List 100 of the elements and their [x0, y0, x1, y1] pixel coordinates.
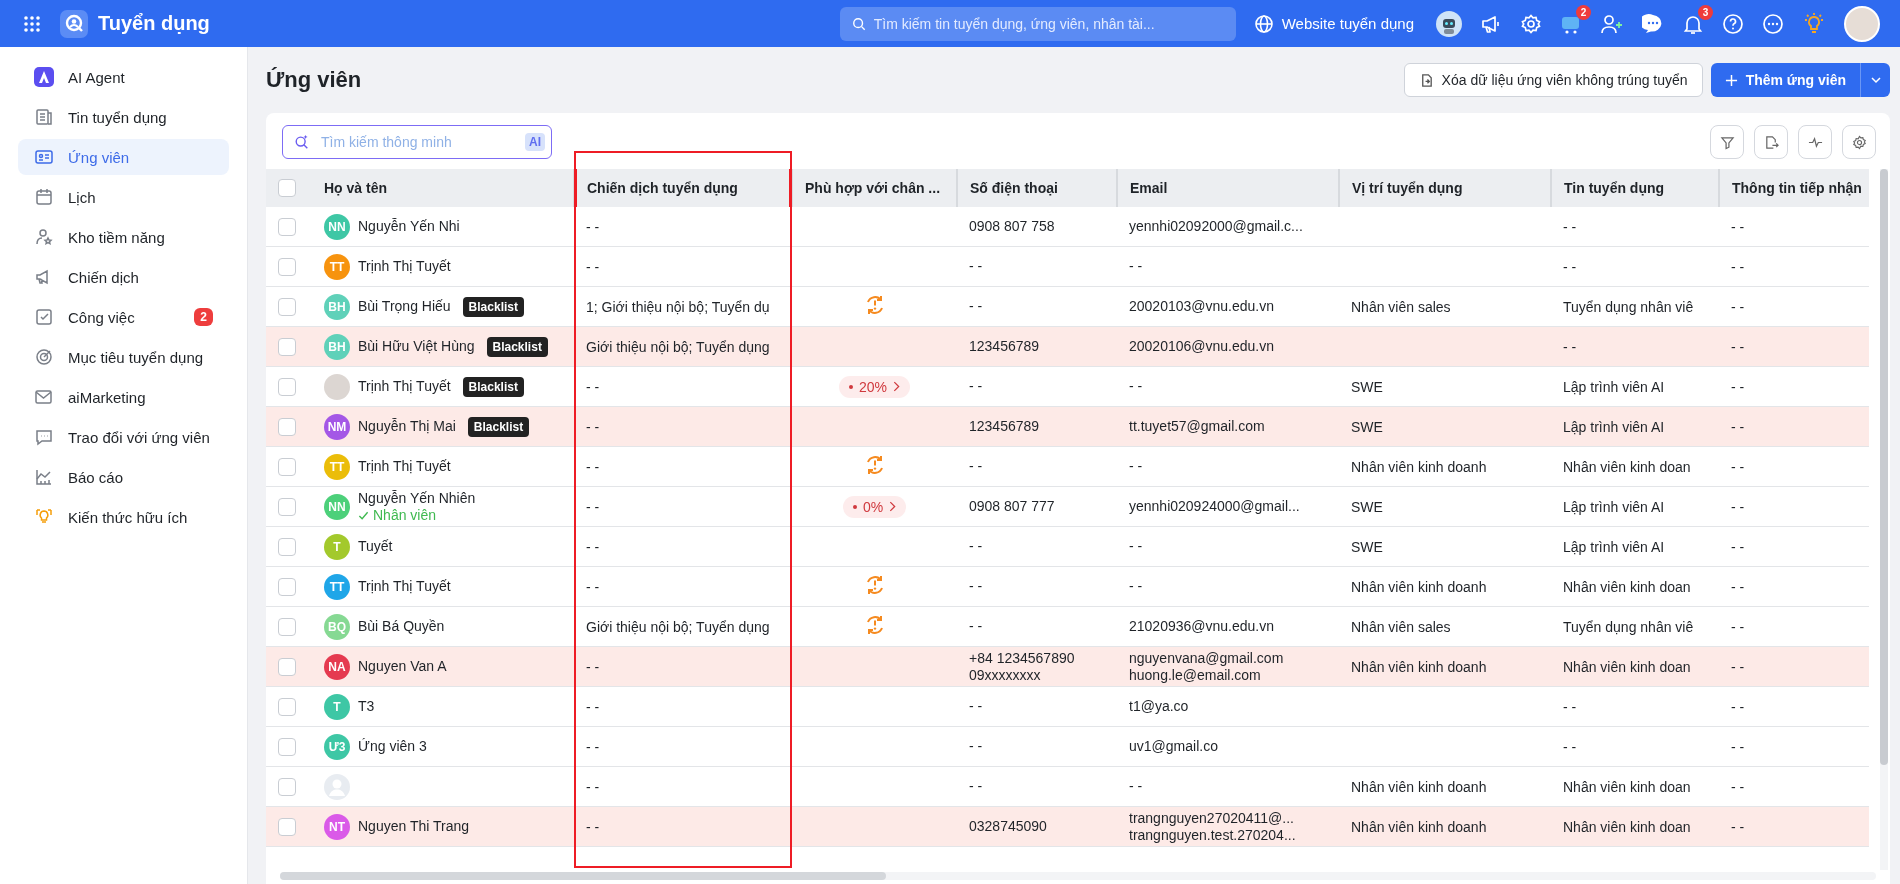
sidebar-item[interactable]: Ứng viên — [18, 139, 229, 175]
table-row[interactable]: NN Nguyễn Yến Nhi - - 0908 807 758 yennhi02092000@gmail.c... - - - - — [266, 207, 1869, 247]
candidate-name[interactable]: Nguyễn Thị Mai — [358, 418, 456, 435]
dropdown-button[interactable] — [1860, 63, 1890, 97]
apps-grid-icon[interactable] — [22, 13, 42, 34]
candidate-name[interactable]: Trịnh Thị Tuyết — [358, 378, 451, 395]
notification-badge: 3 — [1698, 4, 1713, 20]
candidate-name[interactable]: Trịnh Thị Tuyết — [358, 578, 451, 595]
news-icon — [34, 107, 54, 127]
row-checkbox[interactable] — [278, 457, 296, 476]
candidate-name[interactable]: Nguyen Van A — [358, 658, 447, 675]
row-checkbox[interactable] — [278, 737, 296, 756]
count-badge: 2 — [194, 308, 213, 326]
sidebar-item[interactable]: Kiến thức hữu ích — [18, 499, 229, 535]
table-row[interactable]: NA Nguyen Van A - - +84 1234567890 09xxxxxxxx nguyenvana@gmail.com huong.le@email.com Nhân viên kinh doanh Nhân viên kinh doan - - — [266, 646, 1869, 687]
column-header[interactable]: Email — [1117, 169, 1339, 207]
candidate-name[interactable]: Tuyết — [358, 538, 393, 555]
export-button[interactable] — [1754, 125, 1788, 159]
column-header[interactable]: Số điện thoại — [957, 169, 1117, 207]
chat-icon[interactable] — [1642, 12, 1664, 35]
cal-icon — [34, 187, 54, 207]
select-all-checkbox[interactable] — [278, 179, 296, 198]
candidate-name[interactable]: Trịnh Thị Tuyết — [358, 458, 451, 475]
table-row[interactable]: TT Trịnh Thị Tuyết - - - - - - Nhân viên kinh doanh Nhân viên kinh doan - - — [266, 566, 1869, 607]
match-score-pill[interactable]: 20% — [839, 375, 910, 398]
phone-number: 123456789 — [969, 418, 1041, 435]
add-candidate-button[interactable]: Thêm ứng viên — [1710, 63, 1860, 97]
settings-icon[interactable] — [1520, 12, 1542, 35]
vertical-scrollbar[interactable] — [1880, 169, 1888, 870]
candidate-name[interactable]: Nguyễn Yến Nhi — [358, 218, 460, 235]
activity-button[interactable] — [1798, 125, 1832, 159]
row-checkbox[interactable] — [278, 217, 296, 236]
table-row[interactable]: TT Trịnh Thị Tuyết - - - - - - Nhân viên kinh doanh Nhân viên kinh doan - - — [266, 446, 1869, 487]
row-checkbox[interactable] — [278, 497, 296, 516]
sidebar-item[interactable]: Mục tiêu tuyển dụng — [18, 339, 229, 375]
candidate-name[interactable]: Nguyen Thi Trang — [358, 818, 470, 835]
table-cell: - - — [1563, 218, 1577, 235]
phone-number: - - — [969, 298, 984, 315]
row-checkbox[interactable] — [278, 817, 296, 836]
row-checkbox[interactable] — [278, 697, 296, 716]
match-score-pill[interactable]: 0% — [842, 495, 907, 518]
table-row[interactable]: Trịnh Thị Tuyết Blacklist - - 20% - - - - SWE Lập trình viên AI - - — [266, 366, 1869, 407]
candidate-name[interactable]: Bùi Trọng Hiếu — [358, 298, 451, 315]
row-checkbox[interactable] — [278, 417, 296, 436]
row-checkbox[interactable] — [278, 657, 296, 676]
horizontal-scrollbar[interactable] — [280, 872, 1876, 880]
row-checkbox[interactable] — [278, 617, 296, 636]
row-checkbox[interactable] — [278, 777, 296, 796]
candidate-name[interactable]: T3 — [358, 698, 375, 715]
lightbulb-icon[interactable] — [1802, 11, 1826, 36]
row-checkbox[interactable] — [278, 337, 296, 356]
help-icon[interactable] — [1722, 12, 1744, 35]
table-row[interactable]: - - - - - - Nhân viên kinh doanh Nhân viên kinh doan - - — [266, 766, 1869, 807]
row-checkbox[interactable] — [278, 377, 296, 396]
table-row[interactable]: Ư3 Ứng viên 3 - - - - uv1@gmail.co - - - - — [266, 726, 1869, 767]
table-row[interactable]: T Tuyết - - - - - - SWE Lập trình viên AI - - — [266, 526, 1869, 567]
settings-button[interactable] — [1842, 125, 1876, 159]
candidate-name[interactable]: Ứng viên 3 — [358, 738, 427, 755]
ai-tag: AI — [525, 133, 545, 151]
candidate-name[interactable]: Bùi Hữu Việt Hùng — [358, 338, 475, 355]
candidate-name[interactable]: Trịnh Thị Tuyết — [358, 258, 451, 275]
row-checkbox[interactable] — [278, 297, 296, 316]
email-address: - - — [1129, 778, 1144, 795]
filter-button[interactable] — [1710, 125, 1744, 159]
column-header[interactable]: Chiến dịch tuyển dụng — [574, 169, 792, 207]
candidate-name[interactable]: Bùi Bá Quyền — [358, 618, 445, 635]
add-user-icon[interactable] — [1600, 12, 1624, 35]
sidebar-item[interactable]: Báo cáo — [18, 459, 229, 495]
sidebar-item[interactable]: Lịch — [18, 179, 229, 215]
sidebar-item[interactable]: AI Agent — [18, 59, 229, 95]
sidebar-item[interactable]: aiMarketing — [18, 379, 229, 415]
candidate-name[interactable]: Nguyễn Yến Nhiên — [358, 489, 476, 507]
sidebar-item[interactable]: Tin tuyển dụng — [18, 99, 229, 135]
sidebar-item[interactable]: Trao đổi với ứng viên — [18, 419, 229, 455]
row-checkbox[interactable] — [278, 537, 296, 556]
column-header[interactable]: Họ và tên — [312, 169, 574, 207]
sidebar-item[interactable]: Kho tiềm năng — [18, 219, 229, 255]
sidebar-item[interactable]: Công việc 2 — [18, 299, 229, 335]
row-checkbox[interactable] — [278, 577, 296, 596]
table-row[interactable]: NT Nguyen Thi Trang - - 0328745090 trangnguyen27020411@... trangnguyen.test.270204... Nhân viên kinh doanh Nhân viên kinh doan - - — [266, 806, 1869, 847]
table-row[interactable]: TT Trịnh Thị Tuyết - - - - - - - - - - — [266, 246, 1869, 287]
clear-data-button[interactable]: Xóa dữ liệu ứng viên không trúng tuyển — [1403, 63, 1703, 97]
global-search-field[interactable]: Tìm kiếm tin tuyển dụng, ứng viên, nhân tài... — [839, 6, 1236, 41]
table-row[interactable]: NM Nguyễn Thị Mai Blacklist - - 123456789 tt.tuyet57@gmail.com SWE Lập trình viên AI - - — [266, 406, 1869, 447]
row-checkbox[interactable] — [278, 257, 296, 276]
column-header[interactable]: Phù hợp với chân ... — [792, 169, 957, 207]
sidebar-item[interactable]: Chiến dịch — [18, 259, 229, 295]
globe-icon[interactable] — [1253, 13, 1274, 34]
column-header[interactable]: Thông tin tiếp nhận — [1719, 169, 1869, 207]
column-header[interactable]: Tin tuyển dụng — [1551, 169, 1719, 207]
table-row[interactable]: T T3 - - - - t1@ya.co - - - - — [266, 686, 1869, 727]
website-link[interactable]: Website tuyển dụng — [1281, 15, 1414, 32]
robot-avatar-icon[interactable] — [1436, 10, 1462, 37]
column-header[interactable]: Vị trí tuyển dụng — [1339, 169, 1551, 207]
more-icon[interactable] — [1762, 12, 1784, 35]
table-row[interactable]: BQ Bùi Bá Quyền Giới thiệu nội bộ; Tuyển dụng - - 21020936@vnu.edu.vn Nhân viên sales Tuyển dụng nhân viê - - — [266, 606, 1869, 647]
photo-placeholder — [324, 373, 350, 400]
table-row[interactable]: BH Bùi Trọng Hiếu Blacklist 1; Giới thiệu nội bộ; Tuyển dụ - - 20020103@vnu.edu.vn Nhân viên sales Tuyển dụng nhân viê - - — [266, 286, 1869, 327]
table-row[interactable]: BH Bùi Hữu Việt Hùng Blacklist Giới thiệu nội bộ; Tuyển dụng 123456789 20020106@vnu.edu.vn - - - - — [266, 326, 1869, 367]
user-avatar[interactable] — [1844, 5, 1880, 42]
